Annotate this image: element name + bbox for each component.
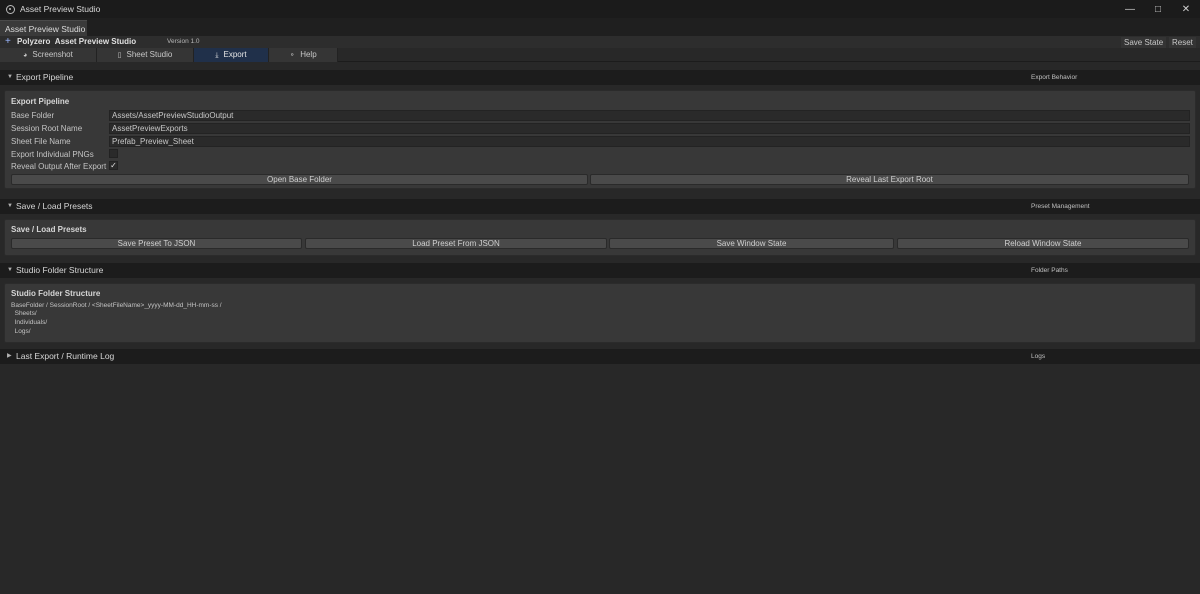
base-folder-label: Base Folder <box>11 111 55 120</box>
export-pipeline-panel: Export Pipeline Base Folder Assets/Asset… <box>4 90 1196 189</box>
folder-path-line: BaseFolder / SessionRoot / <SheetFileNam… <box>11 302 222 309</box>
section-header-export-pipeline[interactable]: ▼ Export Pipeline Export Behavior <box>0 70 1200 85</box>
header-toolbar: + Polyzero Asset Preview Studio Version … <box>0 36 1200 48</box>
camera-icon: ◕ <box>23 52 28 59</box>
open-base-folder-button[interactable]: Open Base Folder <box>11 174 588 185</box>
save-state-button[interactable]: Save State <box>1121 37 1167 48</box>
section-subtitle: Folder Paths <box>1031 267 1068 274</box>
section-title: Save / Load Presets <box>16 201 93 211</box>
section-subtitle: Preset Management <box>1031 203 1090 210</box>
folder-path-line: Individuals/ <box>11 319 48 326</box>
section-title: Last Export / Runtime Log <box>16 351 115 361</box>
section-title: Export Pipeline <box>16 72 74 82</box>
session-root-input[interactable]: AssetPreviewExports <box>109 123 1190 134</box>
section-subtitle: Export Behavior <box>1031 74 1078 81</box>
save-window-state-button[interactable]: Save Window State <box>609 238 894 249</box>
section-header-presets[interactable]: ▼ Save / Load Presets Preset Management <box>0 199 1200 214</box>
tab-label: Export <box>223 50 247 59</box>
folder-path-line: Sheets/ <box>11 310 37 317</box>
section-subtitle: Logs <box>1031 353 1046 360</box>
maximize-icon[interactable]: □ <box>1144 0 1172 18</box>
export-individual-label: Export Individual PNGs <box>11 150 94 159</box>
session-root-label: Session Root Name <box>11 124 83 133</box>
window-titlebar: Asset Preview Studio — □ ✕ <box>0 0 1200 18</box>
presets-panel: Save / Load Presets Save Preset To JSON … <box>4 219 1196 256</box>
plus-icon[interactable]: + <box>5 36 11 48</box>
product-name: Asset Preview Studio <box>54 37 137 46</box>
export-individual-checkbox[interactable] <box>109 149 118 158</box>
reveal-output-label: Reveal Output After Export <box>11 162 107 171</box>
export-icon: ⤓ <box>215 52 219 59</box>
sheet-file-input[interactable]: Prefab_Preview_Sheet <box>109 136 1190 147</box>
window-controls: — □ ✕ <box>1116 0 1200 18</box>
sheet-file-label: Sheet File Name <box>11 137 71 146</box>
expanded-arrow-icon: ▼ <box>7 74 13 80</box>
tab-label: Screenshot <box>32 50 73 59</box>
brand-label: Polyzero Asset Preview Studio <box>17 36 136 48</box>
brand-name: Polyzero <box>17 37 51 46</box>
minimize-icon[interactable]: — <box>1116 0 1144 18</box>
version-label: Version 1.0 <box>167 38 200 45</box>
panel-title: Studio Folder Structure <box>11 289 101 298</box>
section-header-folder-structure[interactable]: ▼ Studio Folder Structure Folder Paths <box>0 263 1200 278</box>
folder-structure-panel: Studio Folder Structure BaseFolder / Ses… <box>4 283 1196 343</box>
app-logo-icon <box>6 4 15 14</box>
save-preset-button[interactable]: Save Preset To JSON <box>11 238 302 249</box>
expanded-arrow-icon: ▼ <box>7 203 13 209</box>
tab-screenshot[interactable]: ◕ Screenshot <box>0 48 97 62</box>
section-header-log[interactable]: ▶ Last Export / Runtime Log Logs <box>0 349 1200 364</box>
reset-button[interactable]: Reset <box>1169 37 1196 48</box>
tab-label: Help <box>300 50 317 59</box>
panel-title: Export Pipeline <box>11 97 70 106</box>
load-preset-button[interactable]: Load Preset From JSON <box>305 238 607 249</box>
reveal-output-checkbox[interactable]: ✓ <box>109 161 118 170</box>
collapsed-arrow-icon: ▶ <box>7 353 12 359</box>
document-tab[interactable]: Asset Preview Studio <box>0 20 87 36</box>
sheet-icon: ▯ <box>117 52 122 59</box>
tab-label: Sheet Studio <box>126 50 173 59</box>
expanded-arrow-icon: ▼ <box>7 267 13 273</box>
reload-window-state-button[interactable]: Reload Window State <box>897 238 1189 249</box>
help-icon: ⚬ <box>289 52 296 59</box>
tab-sheet-studio[interactable]: ▯ Sheet Studio <box>97 48 194 62</box>
folder-path-line: Logs/ <box>11 328 31 335</box>
window-title: Asset Preview Studio <box>20 4 101 14</box>
main-tabs: ◕ Screenshot ▯ Sheet Studio ⤓ Export ⚬ Help <box>0 48 1200 62</box>
close-icon[interactable]: ✕ <box>1172 0 1200 18</box>
section-title: Studio Folder Structure <box>16 265 104 275</box>
tab-help[interactable]: ⚬ Help <box>269 48 338 62</box>
reveal-last-export-button[interactable]: Reveal Last Export Root <box>590 174 1189 185</box>
document-tab-strip: Asset Preview Studio <box>0 18 1200 36</box>
panel-title: Save / Load Presets <box>11 225 87 234</box>
tab-export[interactable]: ⤓ Export <box>194 48 269 62</box>
base-folder-input[interactable]: Assets/AssetPreviewStudioOutput <box>109 110 1190 121</box>
